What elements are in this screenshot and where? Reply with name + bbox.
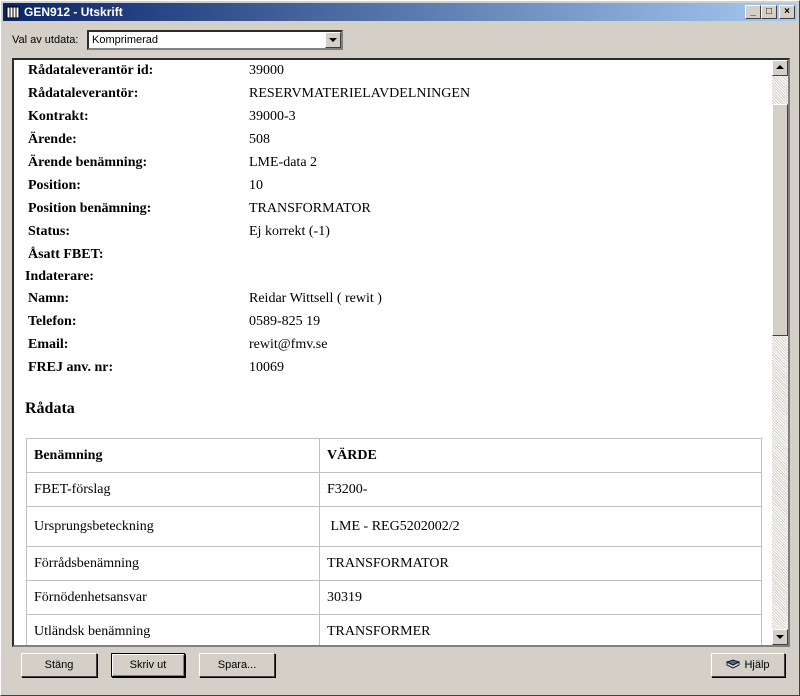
field-label: Rådataleverantör: bbox=[28, 86, 139, 101]
table-row: FBET-förslag F3200- bbox=[26, 472, 762, 507]
table-cell: FBET-förslag bbox=[26, 472, 320, 507]
field-label: FREJ anv. nr: bbox=[28, 360, 114, 375]
field-label: Ärende benämning: bbox=[28, 155, 148, 170]
field-value: RESERVMATERIELAVDELNINGEN bbox=[249, 86, 471, 101]
field-value: TRANSFORMATOR bbox=[249, 201, 371, 216]
table-cell: LME - REG5202002/2 bbox=[319, 506, 762, 547]
field-label: Ärende: bbox=[28, 132, 77, 147]
table-row: Förrådsbenämning TRANSFORMATOR bbox=[26, 546, 762, 581]
scroll-thumb[interactable] bbox=[772, 104, 788, 336]
field-value: 39000-3 bbox=[249, 109, 296, 124]
app-icon bbox=[6, 6, 20, 19]
indaterare-heading: Indaterare: bbox=[25, 269, 94, 284]
table-cell: TRANSFORMATOR bbox=[319, 546, 762, 581]
scroll-down-button[interactable] bbox=[772, 629, 788, 645]
field-label: Rådataleverantör id: bbox=[28, 63, 154, 78]
field-value: Ej korrekt (-1) bbox=[249, 224, 330, 239]
table-cell: Förrådsbenämning bbox=[26, 546, 320, 581]
table-cell: Ursprungsbeteckning bbox=[26, 506, 320, 547]
field-value: Reidar Wittsell ( rewit ) bbox=[249, 291, 382, 306]
table-cell: Utländsk benämning bbox=[26, 614, 320, 645]
field-label: Telefon: bbox=[28, 314, 77, 329]
print-button[interactable]: Skriv ut bbox=[111, 653, 185, 677]
close-button[interactable]: Stäng bbox=[21, 653, 97, 677]
maximize-button[interactable]: □ bbox=[761, 5, 777, 19]
title-bar[interactable]: GEN912 - Utskrift _ □ × bbox=[3, 3, 797, 21]
field-label: Namn: bbox=[28, 291, 70, 306]
column-header: VÄRDE bbox=[319, 438, 762, 473]
field-label: Status: bbox=[28, 224, 71, 239]
table-row: Förnödenhetsansvar 30319 bbox=[26, 580, 762, 615]
column-header: Benämning bbox=[26, 438, 320, 473]
field-label: Kontrakt: bbox=[28, 109, 89, 124]
table-header-row: Benämning VÄRDE bbox=[26, 438, 762, 473]
field-value: 39000 bbox=[249, 63, 284, 78]
chevron-down-icon[interactable] bbox=[325, 32, 341, 48]
field-value: 10069 bbox=[249, 360, 284, 375]
field-label: Åsatt FBET: bbox=[28, 247, 104, 262]
field-value: 0589-825 19 bbox=[249, 314, 321, 329]
table-row: Ursprungsbeteckning LME - REG5202002/2 bbox=[26, 506, 762, 547]
output-select-label: Val av utdata: bbox=[12, 34, 79, 46]
table-cell: Förnödenhetsansvar bbox=[26, 580, 320, 615]
print-window: GEN912 - Utskrift _ □ × Val av utdata: K… bbox=[0, 0, 800, 696]
field-label: Email: bbox=[28, 337, 69, 352]
radata-heading: Rådata bbox=[25, 400, 75, 417]
vertical-scrollbar[interactable] bbox=[772, 60, 788, 645]
field-value: rewit@fmv.se bbox=[249, 337, 328, 352]
output-select-value: Komprimerad bbox=[92, 34, 159, 46]
report-panel: Rådataleverantör id: 39000 Rådataleverant… bbox=[12, 58, 790, 647]
field-value: LME-data 2 bbox=[249, 155, 318, 170]
radata-table: Benämning VÄRDE FBET-förslag F3200- Ursp… bbox=[26, 438, 762, 645]
minimize-button[interactable]: _ bbox=[745, 5, 761, 19]
table-cell: F3200- bbox=[319, 472, 762, 507]
field-label: Position benämning: bbox=[28, 201, 152, 216]
field-value: 508 bbox=[249, 132, 270, 147]
table-cell: TRANSFORMER bbox=[319, 614, 762, 645]
field-value: 10 bbox=[249, 178, 263, 193]
save-button[interactable]: Spara... bbox=[199, 653, 275, 677]
table-row: Utländsk benämning TRANSFORMER bbox=[26, 614, 762, 645]
help-button-label: Hjälp bbox=[744, 659, 770, 671]
window-title: GEN912 - Utskrift bbox=[24, 5, 123, 19]
close-window-button[interactable]: × bbox=[779, 5, 795, 19]
book-icon bbox=[726, 659, 741, 669]
field-label: Position: bbox=[28, 178, 81, 193]
help-button[interactable]: Hjälp bbox=[711, 653, 785, 677]
scroll-up-button[interactable] bbox=[772, 60, 788, 76]
output-select[interactable]: Komprimerad bbox=[87, 30, 343, 50]
table-cell: 30319 bbox=[319, 580, 762, 615]
